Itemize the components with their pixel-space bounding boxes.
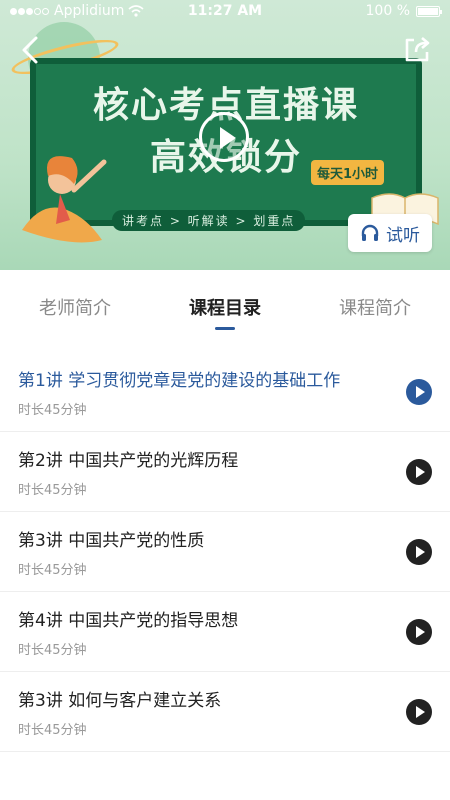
battery-icon (416, 5, 442, 17)
tab-teacher-intro[interactable]: 老师简介 (0, 270, 150, 340)
play-icon[interactable] (406, 459, 432, 485)
lesson-duration: 时长45分钟 (18, 403, 87, 418)
lesson-title: 第1讲 学习贯彻党章是党的建设的基础工作 (18, 371, 341, 391)
play-icon[interactable] (406, 699, 432, 725)
daily-badge: 每天1小时 (310, 160, 384, 185)
lesson-item[interactable]: 第3讲 如何与客户建立关系 时长45分钟 (0, 672, 450, 752)
back-arrow-icon[interactable] (18, 34, 46, 66)
lesson-list: 第1讲 学习贯彻党章是党的建设的基础工作 时长45分钟 第2讲 中国共产党的光辉… (0, 352, 450, 752)
girl-illustration (22, 156, 107, 243)
share-icon[interactable] (402, 34, 432, 64)
lesson-item[interactable]: 第3讲 中国共产党的性质 时长45分钟 (0, 512, 450, 592)
lesson-title: 第3讲 中国共产党的性质 (18, 531, 205, 551)
tab-label: 老师简介 (39, 298, 111, 319)
headphones-icon (361, 224, 379, 241)
battery-percent: 100 % (365, 3, 410, 19)
trial-listen-button[interactable]: 试听 (348, 214, 432, 252)
lesson-title: 第3讲 如何与客户建立关系 (18, 691, 222, 711)
active-tab-indicator (215, 327, 235, 330)
carrier-name: Applidium (54, 3, 125, 19)
tab-course-catalog[interactable]: 课程目录 (150, 270, 300, 340)
play-video-button[interactable] (199, 112, 249, 162)
lesson-duration: 时长45分钟 (18, 723, 87, 738)
lesson-title: 第4讲 中国共产党的指导思想 (18, 611, 239, 631)
lesson-duration: 时长45分钟 (18, 563, 87, 578)
trial-label: 试听 (386, 225, 420, 246)
lesson-title: 第2讲 中国共产党的光辉历程 (18, 451, 239, 471)
signal-icon (10, 3, 50, 19)
lesson-item[interactable]: 第1讲 学习贯彻党章是党的建设的基础工作 时长45分钟 (0, 352, 450, 432)
lesson-duration: 时长45分钟 (18, 643, 87, 658)
course-banner: ★ ✦ 核心考点直播课 高效锁分 每天1小时 讲考点 > 听解读 > 划重点 试… (0, 0, 450, 270)
course-tabs: 老师简介 课程目录 课程简介 (0, 270, 450, 340)
lesson-item[interactable]: 第4讲 中国共产党的指导思想 时长45分钟 (0, 592, 450, 672)
play-icon[interactable] (406, 619, 432, 645)
wifi-icon (128, 5, 144, 17)
banner-subtitle: 讲考点 > 听解读 > 划重点 (112, 210, 306, 231)
lesson-item[interactable]: 第2讲 中国共产党的光辉历程 时长45分钟 (0, 432, 450, 512)
play-icon[interactable] (406, 379, 432, 405)
lesson-duration: 时长45分钟 (18, 483, 87, 498)
tab-course-intro[interactable]: 课程简介 (300, 270, 450, 340)
play-icon[interactable] (406, 539, 432, 565)
status-bar: Applidium 11:27 AM 100 % (0, 0, 450, 22)
tab-label: 课程目录 (189, 298, 261, 319)
tab-label: 课程简介 (339, 298, 411, 319)
